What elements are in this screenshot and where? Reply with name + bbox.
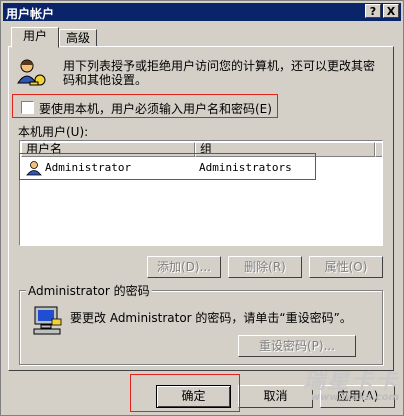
tab-users[interactable]: 用户 (11, 27, 59, 48)
watermark-url: www.ikaka.com (310, 392, 399, 403)
highlight-admin-row (19, 153, 316, 180)
close-button[interactable]: X (383, 4, 399, 18)
intro-line-2: 码和其他设置。 (63, 73, 148, 87)
user-accounts-dialog: 用户帐户 ? X 用户 高级 用下列表授予或拒绝用户访问您的计算机，还可以更改其… (0, 0, 404, 416)
highlight-require-login (12, 94, 278, 118)
users-key-icon (17, 59, 46, 86)
password-group-title: Administrator 的密码 (26, 282, 152, 299)
highlight-ok-button (130, 374, 240, 412)
add-user-button[interactable]: 添加(D)... (147, 256, 221, 278)
computer-icon (33, 306, 62, 335)
remove-user-button[interactable]: 删除(R) (228, 256, 302, 278)
window-title: 用户帐户 (6, 7, 55, 21)
column-header-filler (375, 142, 382, 157)
properties-button[interactable]: 属性(O) (309, 256, 383, 278)
password-instructions: 要更改 Administrator 的密码，请单击“重设密码”。 (70, 311, 352, 325)
password-groupbox: Administrator 的密码 要更改 Administrator 的密码，… (19, 282, 383, 365)
title-bar: 用户帐户 ? X (3, 3, 401, 21)
cancel-button[interactable]: 取消 (238, 385, 313, 408)
reset-password-button[interactable]: 重设密码(P)... (238, 335, 356, 357)
help-button[interactable]: ? (365, 4, 381, 18)
users-section-label: 本机用户(U): (18, 125, 89, 139)
